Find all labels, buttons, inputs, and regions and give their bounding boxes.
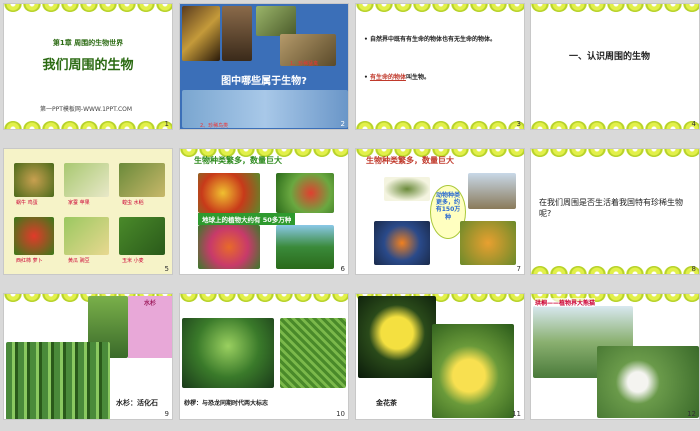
photo-birds — [256, 6, 296, 36]
photo-elephant — [468, 173, 516, 209]
photo-grasshopper — [119, 163, 165, 197]
slide-number: 11 — [512, 410, 521, 418]
lemon-border-top — [531, 149, 699, 165]
lemon-border-bottom — [4, 113, 172, 129]
slide-caption: 金花茶 — [376, 399, 397, 407]
lemon-border-bottom — [356, 113, 524, 129]
slide-thumbnail-9[interactable]: 水杉 水杉：活化石 9 — [3, 293, 173, 420]
slide-thumbnail-12[interactable]: 珙桐——植物界大熊猫 12 — [530, 293, 700, 420]
banner-plants: 地球上的植物大约有 50多万种 — [198, 213, 296, 225]
slide-thumbnail-7[interactable]: 生物种类繁多，数量巨大 动物种类更多，约有150万种 7 — [355, 148, 525, 275]
slide-text-line2: • 有生命的物体叫生物。 — [364, 74, 430, 81]
slide-title: 生物种类繁多，数量巨大 — [194, 156, 282, 165]
photo-camellia-2 — [432, 324, 514, 418]
caption-top: 1、珍稀猛禽 — [290, 61, 319, 67]
slide-thumbnail-1[interactable]: 第1章 周围的生物世界 我们周围的生物 第一PPT模板网-WWW.1PPT.CO… — [3, 3, 173, 130]
slide-subtitle: 第1章 周围的生物世界 — [52, 39, 124, 47]
slide-caption: 桫椤：与恐龙同期时代两大标志 — [184, 400, 269, 407]
photo-tree-fern — [182, 318, 274, 388]
slide-thumbnail-2[interactable]: 1、珍稀猛禽 图中哪些属于生物? 2、珍稀鸟类 2 — [179, 3, 349, 130]
label-row1-c: 蝗虫 水稻 — [122, 200, 144, 206]
slide-footer: 第一PPT模板网-WWW.1PPT.COM — [40, 106, 133, 113]
photo-trees — [276, 225, 334, 269]
lemon-border-bottom — [531, 258, 699, 274]
label-row2-c: 玉米 小麦 — [122, 258, 144, 264]
photo-forest — [6, 342, 110, 419]
photo-fruits — [198, 173, 260, 213]
slide-number: 5 — [164, 265, 169, 273]
slide-number: 8 — [691, 265, 696, 273]
slide-thumbnail-11[interactable]: 金花茶 11 — [355, 293, 525, 420]
photo-insects — [182, 6, 220, 61]
slide-thumbnail-3[interactable]: • 自然界中既有有生命的物体也有无生命的物体。 • 有生命的物体叫生物。 3 — [355, 3, 525, 130]
label-row2-a: 西红柿 萝卜 — [16, 258, 43, 264]
slide-caption: 水杉：活化石 — [116, 399, 158, 407]
photo-corn — [119, 217, 165, 255]
slide-number: 10 — [336, 410, 345, 418]
slide-number: 3 — [516, 120, 521, 128]
photo-silkworm — [64, 163, 109, 197]
slide-thumbnail-8[interactable]: 在我们周围是否生活着我国特有珍稀生物呢? 8 — [530, 148, 700, 275]
slide-thumbnail-6[interactable]: 生物种类繁多，数量巨大 地球上的植物大约有 50多万种 6 — [179, 148, 349, 275]
slide-text-line1: • 自然界中既有有生命的物体也有无生命的物体。 — [364, 36, 496, 43]
info-card: 水杉 — [128, 296, 172, 358]
label-row2-b: 黄瓜 豌豆 — [68, 258, 90, 264]
photo-butterfly — [460, 221, 516, 265]
photo-cave — [222, 6, 252, 61]
slide-number: 9 — [164, 410, 169, 418]
lemon-border-top — [4, 4, 172, 20]
card-title: 水杉 — [143, 300, 156, 307]
slide-question: 在我们周围是否生活着我国特有珍稀生物呢? — [539, 198, 683, 219]
highlight-term: 有生命的物体 — [369, 74, 406, 81]
photo-camellia-1 — [358, 296, 436, 378]
slide-sorter-grid: 第1章 周围的生物世界 我们周围的生物 第一PPT模板网-WWW.1PPT.CO… — [0, 0, 700, 431]
photo-snail — [14, 163, 54, 197]
photo-turtle — [384, 177, 430, 201]
photo-flowers — [198, 225, 260, 269]
label-row1-b: 家蚕 苹果 — [68, 200, 90, 206]
caption-bottom: 2、珍稀鸟类 — [200, 123, 229, 129]
lemon-border-top — [356, 4, 524, 20]
lemon-border-top — [531, 4, 699, 20]
label-row1-a: 蜗牛 鸡蛋 — [16, 200, 38, 206]
photo-clownfish — [374, 221, 430, 265]
slide-number: 2 — [340, 120, 345, 128]
photo-tomato — [14, 217, 54, 255]
slide-title: 生物种类繁多，数量巨大 — [366, 156, 454, 165]
slide-number: 4 — [691, 120, 696, 128]
slide-number: 7 — [516, 265, 521, 273]
slide-number: 6 — [340, 265, 345, 273]
lemon-border-bottom — [531, 113, 699, 129]
photo-fern-leaves — [280, 318, 346, 388]
slide-thumbnail-5[interactable]: 蜗牛 鸡蛋 家蚕 苹果 蝗虫 水稻 西红柿 萝卜 黄瓜 豌豆 玉米 小麦 5 — [3, 148, 173, 275]
slide-thumbnail-4[interactable]: 一、认识周围的生物 4 — [530, 3, 700, 130]
slide-caption: 珙桐——植物界大熊猫 — [535, 298, 596, 307]
slide-question: 图中哪些属于生物? — [221, 76, 307, 87]
slide-number: 1 — [164, 120, 169, 128]
slide-heading: 一、认识周围的生物 — [569, 52, 651, 62]
slide-title: 我们周围的生物 — [42, 58, 134, 73]
photo-cucumber — [64, 217, 109, 255]
slide-thumbnail-10[interactable]: 桫椤：与恐龙同期时代两大标志 10 — [179, 293, 349, 420]
slide-number: 12 — [687, 410, 696, 418]
photo-dove-flowers — [597, 346, 699, 418]
lemon-border-top — [180, 294, 348, 310]
photo-vegetables — [276, 173, 334, 213]
